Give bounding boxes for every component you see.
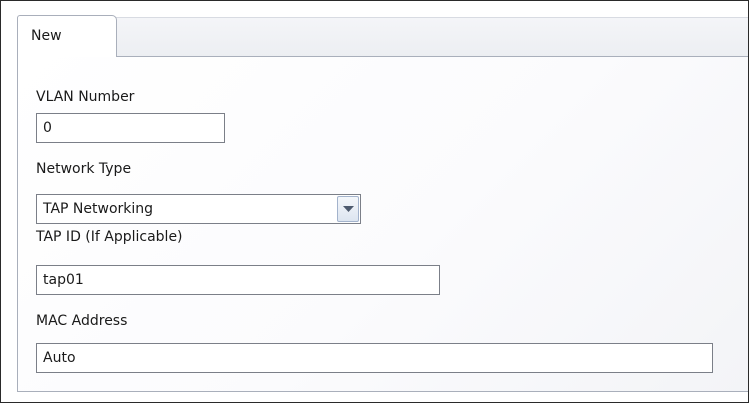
chevron-down-icon	[343, 206, 354, 212]
vlan-number-input[interactable]	[36, 113, 225, 143]
mac-address-input[interactable]	[36, 343, 713, 373]
tab-strip	[17, 17, 748, 58]
window-frame: New VLAN Number Network Type TAP Network…	[0, 0, 749, 403]
tab-new[interactable]: New	[17, 15, 117, 57]
network-type-select[interactable]: TAP Networking	[36, 194, 361, 224]
network-type-value: TAP Networking	[43, 201, 154, 217]
tab-strip-divider	[116, 56, 748, 57]
tap-id-label: TAP ID (If Applicable)	[36, 229, 183, 245]
network-type-dropdown-button[interactable]	[337, 196, 359, 222]
vlan-number-label: VLAN Number	[36, 89, 135, 105]
tab-label: New	[31, 28, 62, 44]
mac-address-label: MAC Address	[36, 313, 128, 329]
tap-id-input[interactable]	[36, 265, 440, 295]
tab-panel: VLAN Number Network Type TAP Networking …	[17, 57, 748, 392]
network-type-label: Network Type	[36, 161, 132, 177]
